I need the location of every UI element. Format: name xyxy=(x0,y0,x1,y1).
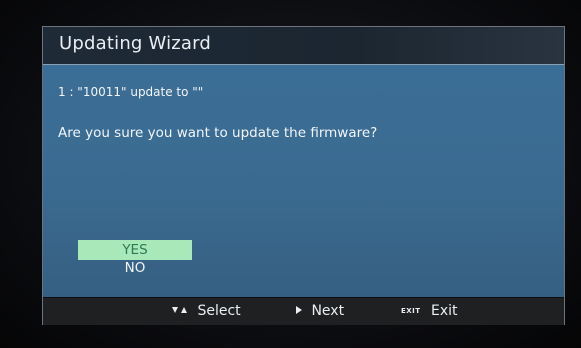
play-right-icon xyxy=(295,302,303,320)
footer-hints: Select Next EXIT Exit xyxy=(43,297,564,325)
yes-option-button[interactable]: YES xyxy=(78,240,192,260)
tv-screen: Updating Wizard 1 : "10011" update to ""… xyxy=(0,0,581,348)
exit-hint: EXIT Exit xyxy=(401,302,458,320)
up-down-arrows-icon xyxy=(171,302,189,320)
next-hint-label: Next xyxy=(311,303,345,319)
exit-hint-label: Exit xyxy=(431,303,458,319)
no-option-button[interactable]: NO xyxy=(78,258,192,278)
exit-key-label: EXIT xyxy=(401,307,421,315)
update-info-text: 1 : "10011" update to "" xyxy=(58,85,204,99)
select-hint-label: Select xyxy=(197,303,241,319)
dialog-title: Updating Wizard xyxy=(59,33,212,54)
confirmation-question: Are you sure you want to update the firm… xyxy=(58,125,378,141)
select-hint: Select xyxy=(171,302,241,320)
next-hint: Next xyxy=(295,302,344,320)
updating-wizard-dialog: Updating Wizard 1 : "10011" update to ""… xyxy=(42,26,565,325)
dialog-body: 1 : "10011" update to "" Are you sure yo… xyxy=(43,65,564,297)
title-bar: Updating Wizard xyxy=(43,27,564,65)
